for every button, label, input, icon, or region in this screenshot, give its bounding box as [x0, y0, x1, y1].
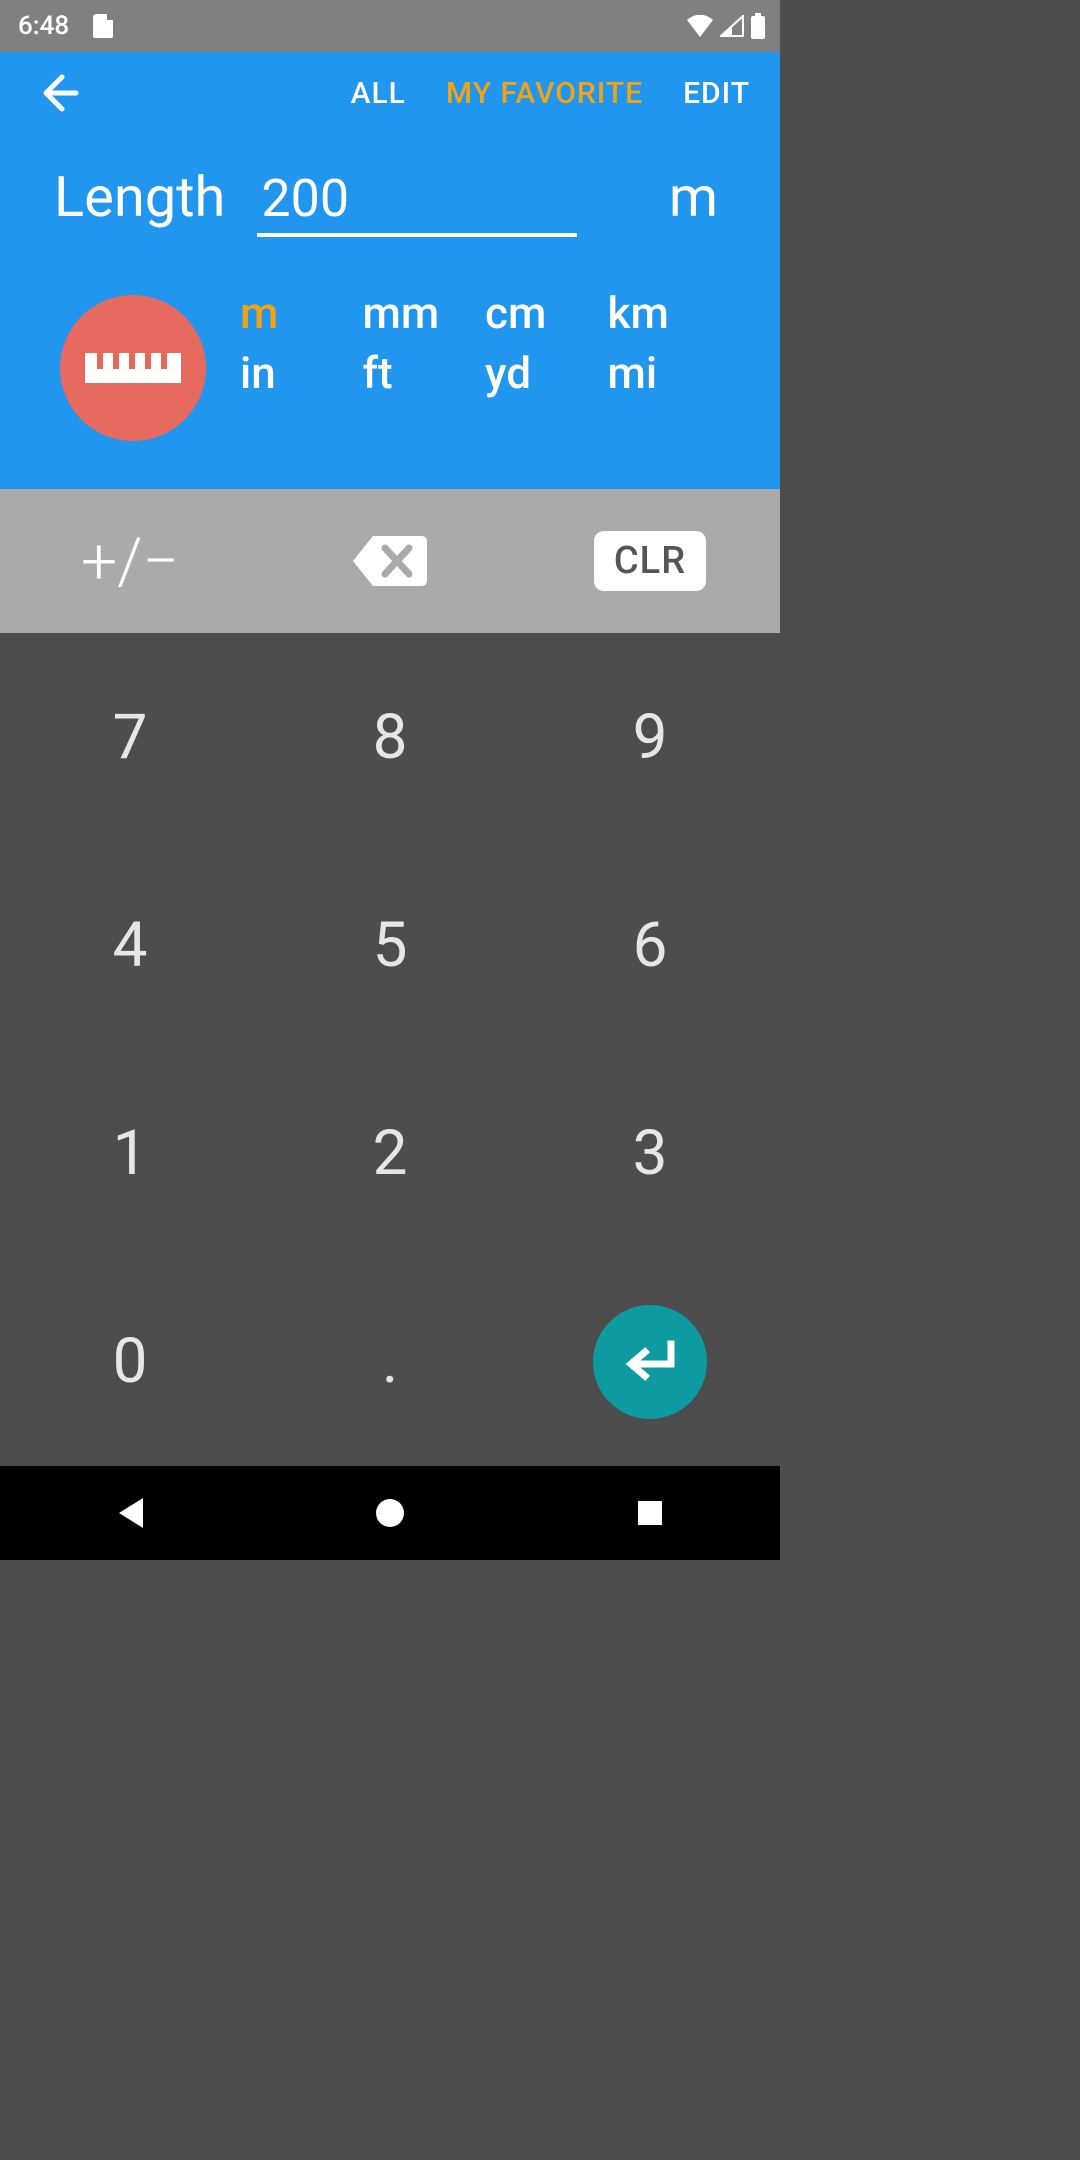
unit-mm[interactable]: mm: [363, 285, 486, 341]
unit-m[interactable]: m: [240, 285, 363, 341]
unit-mi[interactable]: mi: [608, 345, 731, 401]
key-8[interactable]: 8: [260, 633, 520, 841]
backspace-icon: [351, 532, 429, 590]
category-label: Length: [54, 164, 225, 230]
nav-back-button[interactable]: [110, 1493, 150, 1533]
status-time: 6:48: [18, 11, 69, 41]
key-5[interactable]: 5: [260, 841, 520, 1049]
battery-icon: [750, 13, 766, 39]
plus-minus-button[interactable]: +/−: [0, 489, 260, 633]
key-4[interactable]: 4: [0, 841, 260, 1049]
nav-tabs: ALL MY FAVORITE EDIT: [351, 76, 750, 111]
tab-my-favorite[interactable]: MY FAVORITE: [446, 76, 643, 111]
wifi-icon: [686, 15, 714, 37]
key-3[interactable]: 3: [520, 1050, 780, 1258]
unit-yd[interactable]: yd: [485, 345, 608, 401]
nav-recent-button[interactable]: [630, 1493, 670, 1533]
status-right: [686, 13, 766, 39]
units-grid: m mm cm km in ft yd mi: [240, 285, 730, 401]
unit-ft[interactable]: ft: [363, 345, 486, 401]
arrow-left-icon: [36, 71, 80, 115]
key-6[interactable]: 6: [520, 841, 780, 1049]
enter-icon: [621, 1340, 679, 1384]
key-2[interactable]: 2: [260, 1050, 520, 1258]
status-left: 6:48: [18, 11, 113, 41]
unit-km[interactable]: km: [608, 285, 731, 341]
clear-button[interactable]: CLR: [520, 489, 780, 633]
clear-label: CLR: [594, 531, 706, 591]
category-icon-circle: [60, 295, 206, 441]
backspace-button[interactable]: [260, 489, 520, 633]
function-row: +/− CLR: [0, 489, 780, 633]
key-9[interactable]: 9: [520, 633, 780, 841]
value-input[interactable]: 200: [257, 168, 577, 237]
key-enter[interactable]: [520, 1258, 780, 1466]
enter-circle: [593, 1305, 707, 1419]
plus-minus-label: +/−: [81, 524, 179, 599]
status-bar: 6:48: [0, 0, 780, 52]
tab-edit[interactable]: EDIT: [683, 76, 750, 111]
square-recent-icon: [636, 1499, 664, 1527]
ruler-icon: [85, 343, 181, 393]
key-dot[interactable]: .: [260, 1258, 520, 1466]
nav-home-button[interactable]: [370, 1493, 410, 1533]
unit-in[interactable]: in: [240, 345, 363, 401]
tab-all[interactable]: ALL: [351, 76, 406, 111]
back-button[interactable]: [34, 69, 82, 117]
current-unit-label: m: [669, 164, 726, 230]
cellular-icon: [720, 15, 744, 37]
key-7[interactable]: 7: [0, 633, 260, 841]
value-row: Length 200 m: [0, 128, 780, 237]
android-navbar: [0, 1466, 780, 1560]
unit-block: m mm cm km in ft yd mi: [0, 237, 780, 441]
header: ALL MY FAVORITE EDIT Length 200 m m mm c…: [0, 52, 780, 489]
key-1[interactable]: 1: [0, 1050, 260, 1258]
triangle-back-icon: [115, 1496, 145, 1530]
circle-home-icon: [374, 1497, 406, 1529]
topbar: ALL MY FAVORITE EDIT: [0, 58, 780, 128]
key-0[interactable]: 0: [0, 1258, 260, 1466]
keypad: 7 8 9 4 5 6 1 2 3 0 .: [0, 633, 780, 1466]
sd-card-icon: [93, 14, 113, 38]
unit-cm[interactable]: cm: [485, 285, 608, 341]
